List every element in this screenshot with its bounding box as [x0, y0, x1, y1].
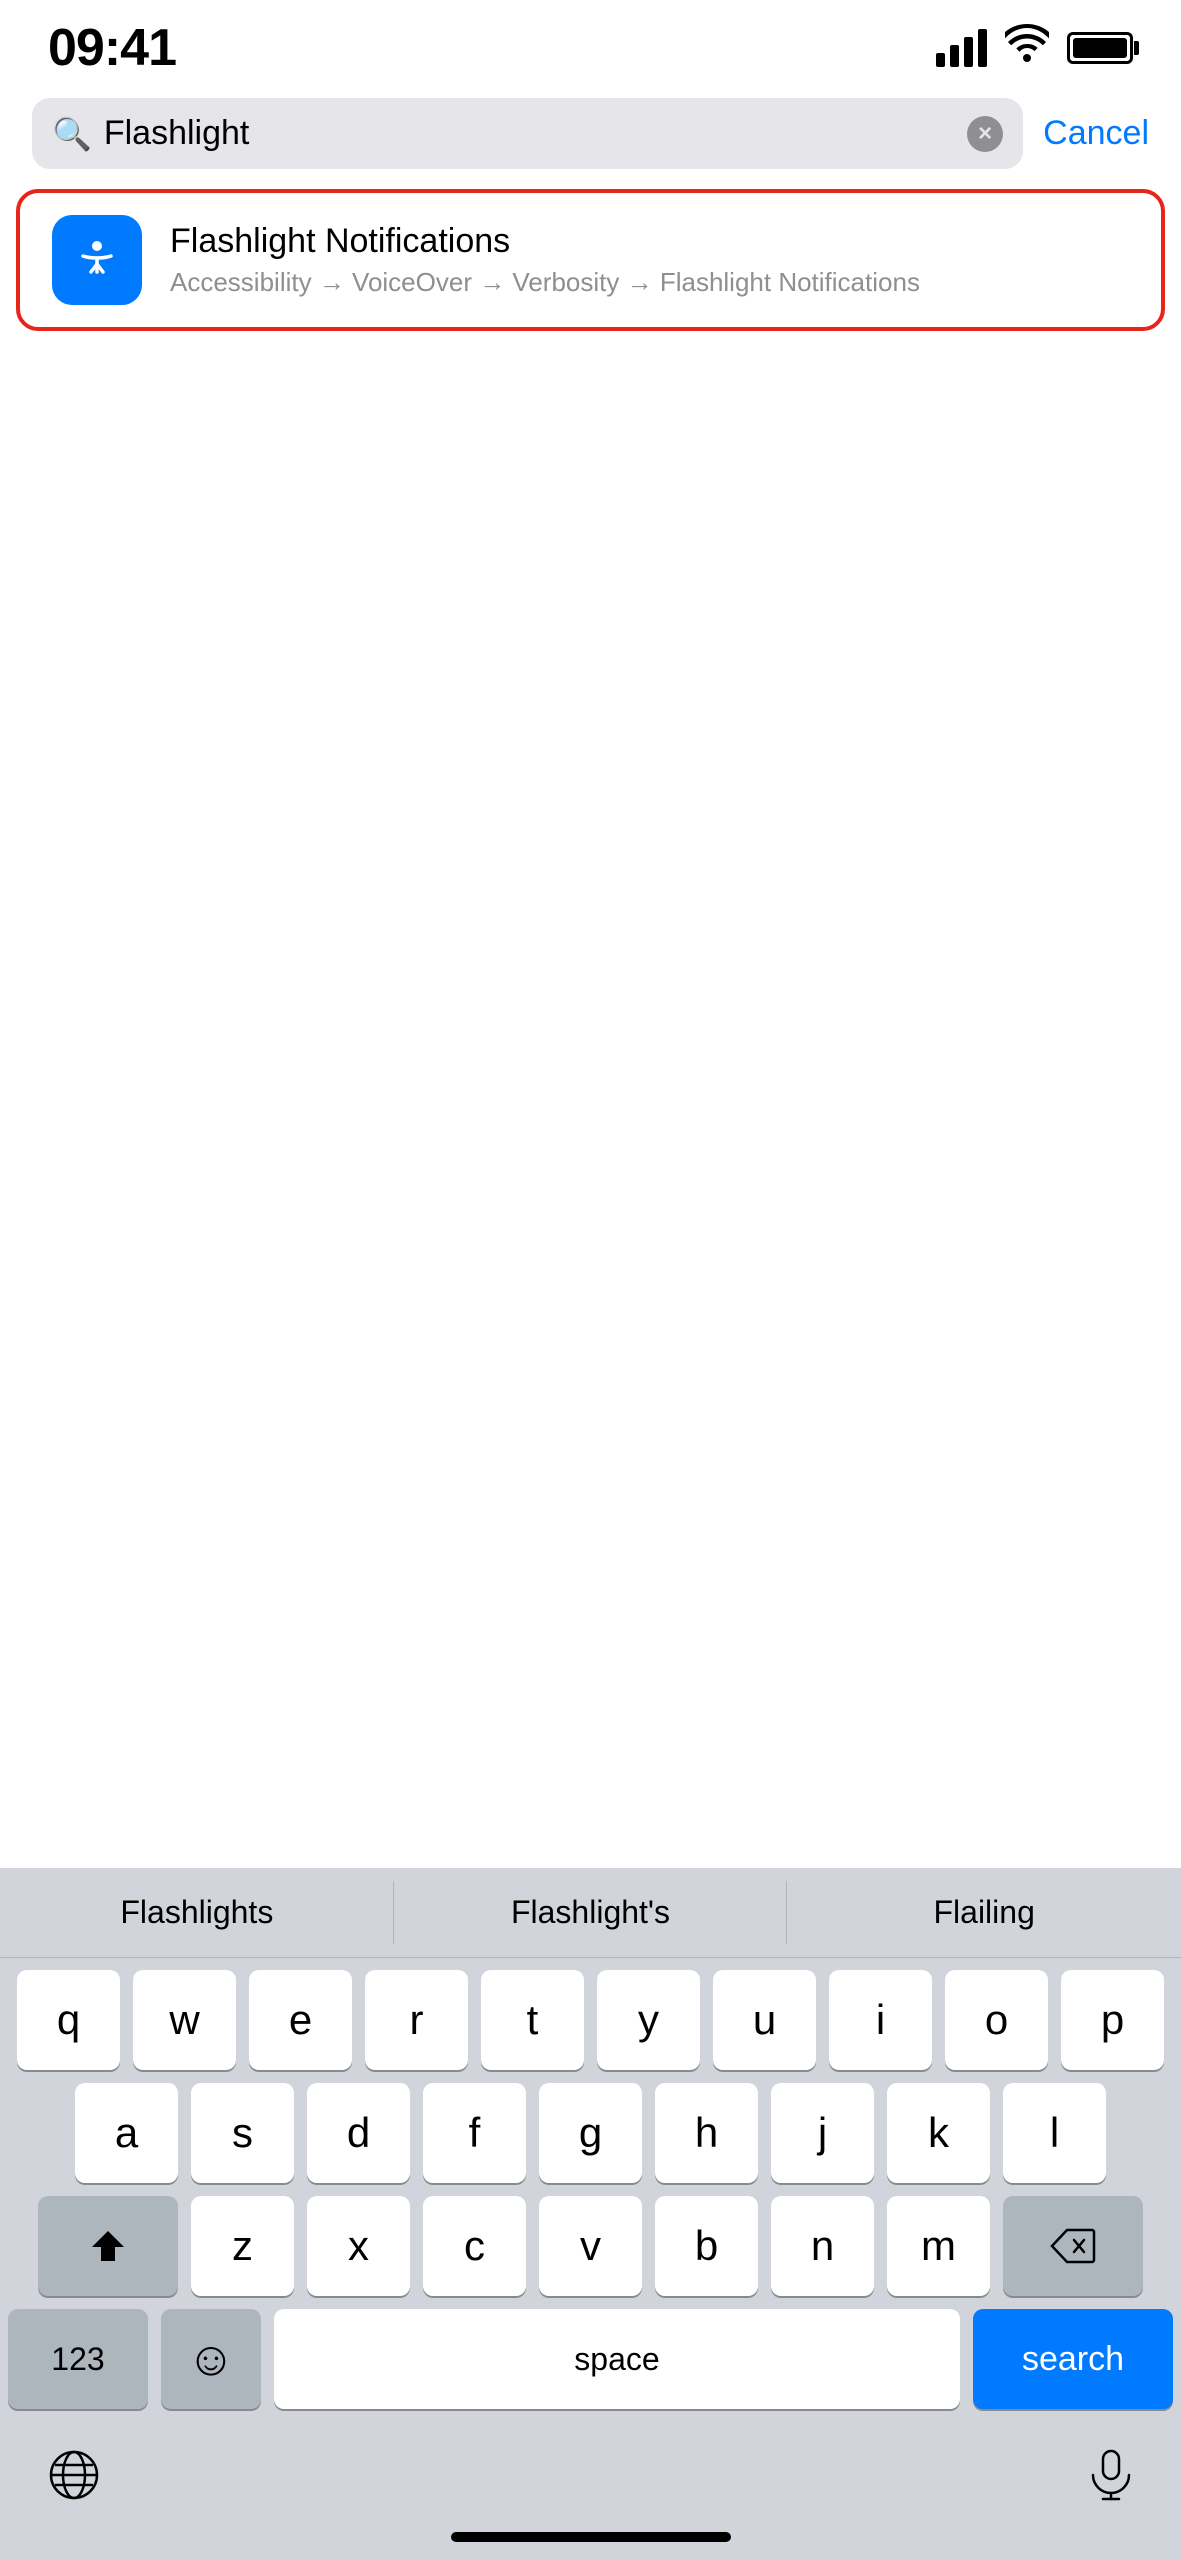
key-k[interactable]: k: [887, 2083, 990, 2183]
key-y[interactable]: y: [597, 1970, 700, 2070]
result-text: Flashlight Notifications Accessibility →…: [170, 222, 1129, 298]
result-item[interactable]: Flashlight Notifications Accessibility →…: [16, 189, 1165, 331]
cancel-button[interactable]: Cancel: [1043, 114, 1149, 153]
search-bar-container: 🔍 × Cancel: [0, 88, 1181, 185]
key-o[interactable]: o: [945, 1970, 1048, 2070]
key-v[interactable]: v: [539, 2196, 642, 2296]
globe-icon[interactable]: [48, 2449, 100, 2514]
key-row-4: 123 ☺ space search: [8, 2309, 1173, 2409]
status-time: 09:41: [48, 18, 176, 78]
wifi-icon: [1005, 24, 1049, 72]
key-q[interactable]: q: [17, 1970, 120, 2070]
autocomplete-flashlights-possessive[interactable]: Flashlight's: [394, 1868, 788, 1957]
key-w[interactable]: w: [133, 1970, 236, 2070]
home-indicator-container: [0, 2532, 1181, 2560]
search-icon: 🔍: [52, 115, 92, 153]
key-search[interactable]: search: [973, 2309, 1173, 2409]
key-n[interactable]: n: [771, 2196, 874, 2296]
delete-icon: [1050, 2228, 1096, 2264]
key-x[interactable]: x: [307, 2196, 410, 2296]
result-title: Flashlight Notifications: [170, 222, 1129, 261]
key-z[interactable]: z: [191, 2196, 294, 2296]
key-b[interactable]: b: [655, 2196, 758, 2296]
key-p[interactable]: p: [1061, 1970, 1164, 2070]
key-h[interactable]: h: [655, 2083, 758, 2183]
keyboard-rows: q w e r t y u i o p a s d f g h j k l: [0, 1958, 1181, 2409]
key-d[interactable]: d: [307, 2083, 410, 2183]
keyboard-area: Flashlights Flashlight's Flailing q w e …: [0, 1868, 1181, 2560]
key-space[interactable]: space: [274, 2309, 960, 2409]
key-row-1: q w e r t y u i o p: [8, 1970, 1173, 2070]
search-input[interactable]: [104, 114, 955, 153]
key-a[interactable]: a: [75, 2083, 178, 2183]
search-results: Flashlight Notifications Accessibility →…: [0, 189, 1181, 331]
key-c[interactable]: c: [423, 2196, 526, 2296]
result-breadcrumb: Accessibility → VoiceOver → Verbosity → …: [170, 267, 1129, 298]
bottom-bar: [0, 2422, 1181, 2532]
key-shift[interactable]: [38, 2196, 178, 2296]
autocomplete-bar: Flashlights Flashlight's Flailing: [0, 1868, 1181, 1958]
key-g[interactable]: g: [539, 2083, 642, 2183]
mic-icon[interactable]: [1089, 2449, 1133, 2514]
key-row-2: a s d f g h j k l: [8, 2083, 1173, 2183]
autocomplete-flashlights[interactable]: Flashlights: [0, 1868, 394, 1957]
key-s[interactable]: s: [191, 2083, 294, 2183]
search-input-wrapper[interactable]: 🔍 ×: [32, 98, 1023, 169]
key-f[interactable]: f: [423, 2083, 526, 2183]
result-icon-wrapper: [52, 215, 142, 305]
signal-icon: [936, 29, 987, 67]
home-indicator: [451, 2532, 731, 2542]
key-i[interactable]: i: [829, 1970, 932, 2070]
shift-icon: [87, 2225, 129, 2267]
accessibility-icon: [67, 230, 127, 290]
key-numbers[interactable]: 123: [8, 2309, 148, 2409]
key-m[interactable]: m: [887, 2196, 990, 2296]
key-t[interactable]: t: [481, 1970, 584, 2070]
key-emoji[interactable]: ☺: [161, 2309, 261, 2409]
key-u[interactable]: u: [713, 1970, 816, 2070]
status-bar: 09:41: [0, 0, 1181, 88]
autocomplete-flailing[interactable]: Flailing: [787, 1868, 1181, 1957]
key-j[interactable]: j: [771, 2083, 874, 2183]
key-l[interactable]: l: [1003, 2083, 1106, 2183]
clear-button[interactable]: ×: [967, 116, 1003, 152]
battery-icon: [1067, 32, 1133, 64]
key-delete[interactable]: [1003, 2196, 1143, 2296]
status-icons: [936, 24, 1133, 72]
key-e[interactable]: e: [249, 1970, 352, 2070]
key-row-3: z x c v b n m: [8, 2196, 1173, 2296]
key-r[interactable]: r: [365, 1970, 468, 2070]
